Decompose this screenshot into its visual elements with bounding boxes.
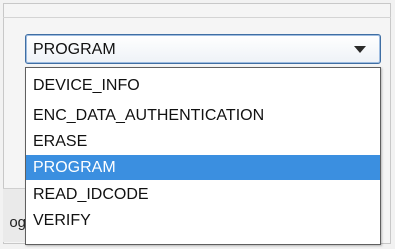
dropdown-option-enc-data-authentication[interactable]: ENC_DATA_AUTHENTICATION xyxy=(26,103,380,128)
chevron-down-icon[interactable] xyxy=(354,46,366,53)
dropdown-option-erase[interactable]: ERASE xyxy=(26,129,380,154)
dropdown-option-read-idcode[interactable]: READ_IDCODE xyxy=(26,182,380,207)
dropdown-option-device-info[interactable]: DEVICE_INFO xyxy=(26,73,380,98)
partial-background-label: og xyxy=(9,214,26,231)
dropdown-option-verify[interactable]: VERIFY xyxy=(26,208,380,233)
dropdown-option-program[interactable]: PROGRAM xyxy=(26,155,380,180)
action-combobox[interactable]: PROGRAM xyxy=(25,34,381,64)
panel-divider xyxy=(3,17,391,18)
combobox-selected-value: PROGRAM xyxy=(33,41,116,58)
action-dropdown-list[interactable]: DEVICE_INFO ENC_DATA_AUTHENTICATION ERAS… xyxy=(25,67,381,245)
